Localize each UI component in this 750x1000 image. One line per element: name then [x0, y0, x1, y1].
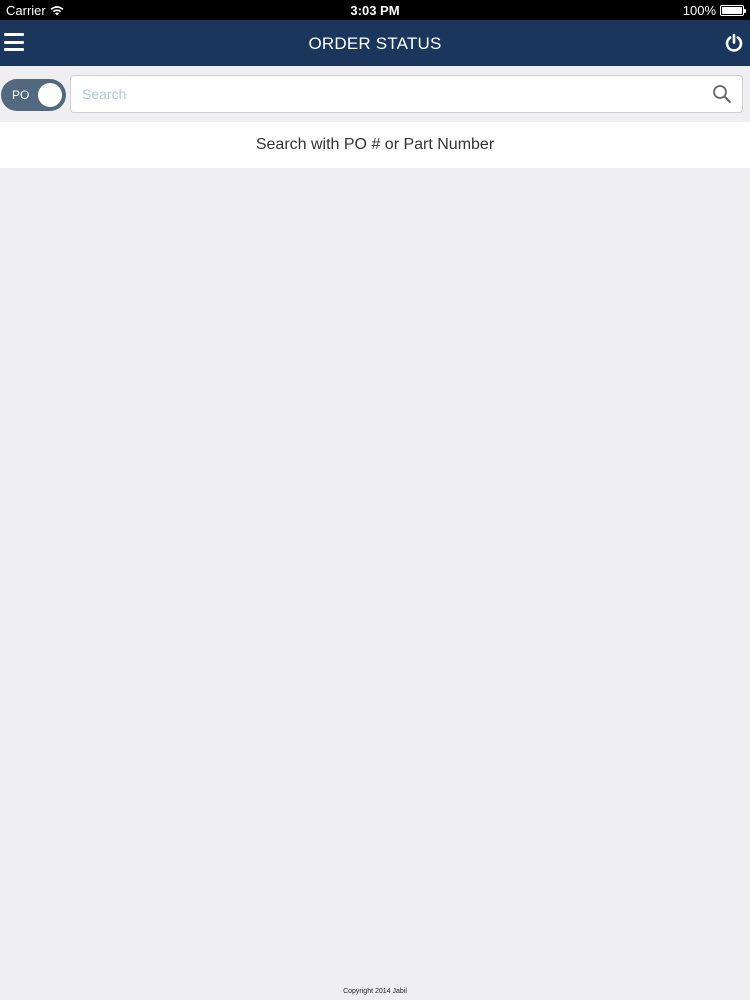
search-hint-row: Search with PO # or Part Number: [0, 122, 750, 168]
copyright-footer: Copyright 2014 Jabil: [343, 988, 407, 995]
status-time: 3:03 PM: [350, 3, 400, 18]
page-title: ORDER STATUS: [308, 34, 442, 53]
power-icon[interactable]: [724, 33, 744, 53]
po-toggle[interactable]: PO: [1, 79, 66, 111]
search-icon[interactable]: [712, 84, 732, 104]
po-toggle-label: PO: [12, 88, 30, 102]
search-hint: Search with PO # or Part Number: [255, 136, 495, 153]
nav-bar: ORDER STATUS: [0, 20, 750, 66]
results-area: [0, 168, 750, 988]
status-bar: Carrier 3:03 PM 100%: [0, 0, 750, 20]
battery-icon: [720, 5, 746, 16]
search-row: PO: [0, 66, 750, 122]
battery-indicator: 100%: [682, 3, 746, 18]
search-box: [70, 75, 743, 113]
search-input[interactable]: [82, 76, 702, 112]
toggle-knob: [38, 83, 62, 107]
battery-percent: 100%: [682, 3, 716, 18]
